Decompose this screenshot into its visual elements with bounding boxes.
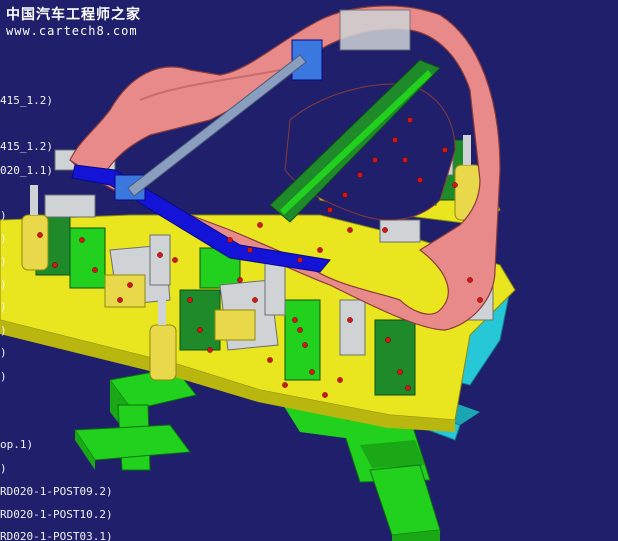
spec-tree-item[interactable]: 415_1.2) — [0, 94, 53, 107]
clamp-pin — [337, 377, 343, 383]
spec-tree-item[interactable]: 020_1.1) — [0, 164, 53, 177]
spec-tree-item[interactable]: ) — [0, 209, 7, 222]
clamp-pin — [467, 277, 473, 283]
clamp-pin — [342, 192, 348, 198]
watermark: 中国汽车工程师之家 www.cartech8.com — [6, 6, 141, 38]
clamp-pin — [172, 257, 178, 263]
clamp-pin — [227, 237, 233, 243]
clamp-pin — [317, 247, 323, 253]
spec-tree-item[interactable]: RD020-1-POST03.1) — [0, 530, 113, 541]
clamp-pin — [382, 227, 388, 233]
fixture-assembly-model[interactable] — [0, 0, 618, 541]
clamp-pin — [302, 342, 308, 348]
clamp-pin — [405, 385, 411, 391]
spec-tree-item[interactable]: RD020-1-POST10.2) — [0, 508, 113, 521]
clamp-pin — [37, 232, 43, 238]
clamp-pin — [187, 297, 193, 303]
clamp-pin — [117, 297, 123, 303]
clamp-pin — [252, 297, 258, 303]
clamp-pin — [477, 297, 483, 303]
spec-tree-item[interactable]: ) — [0, 300, 7, 313]
spec-tree-item[interactable]: 415_1.2) — [0, 140, 53, 153]
clamp-pin — [417, 177, 423, 183]
clamp-pin — [452, 182, 458, 188]
clamp-pin — [207, 347, 213, 353]
clamp-pin — [257, 222, 263, 228]
spec-tree-item[interactable]: ) — [0, 462, 7, 475]
clamp-pin — [297, 327, 303, 333]
clamp-pin — [372, 157, 378, 163]
clamp-pin — [127, 282, 133, 288]
clamp-pin — [397, 369, 403, 375]
clamp-pin — [292, 317, 298, 323]
clamp-pin — [309, 369, 315, 375]
clamp-pin — [327, 207, 333, 213]
spec-tree-item[interactable]: ) — [0, 370, 7, 383]
clamp-pin — [442, 147, 448, 153]
clamp-pin — [407, 117, 413, 123]
clamp-pin — [52, 262, 58, 268]
clamp-pin — [197, 327, 203, 333]
clamp-pin — [297, 257, 303, 263]
spec-tree-item[interactable]: ) — [0, 232, 7, 245]
spec-tree-item[interactable]: op.1) — [0, 438, 33, 451]
clamp-pin — [402, 157, 408, 163]
spec-tree-item[interactable]: ) — [0, 324, 7, 337]
spec-tree-item[interactable]: ) — [0, 278, 7, 291]
spec-tree-item[interactable]: ) — [0, 255, 7, 268]
spec-tree-item[interactable]: RD020-1-POST09.2) — [0, 485, 113, 498]
clamp-pin — [322, 392, 328, 398]
clamp-pin — [157, 252, 163, 258]
clamp-pin — [347, 227, 353, 233]
clamp-pin — [347, 317, 353, 323]
spec-tree-item[interactable]: ) — [0, 346, 7, 359]
3d-viewport[interactable]: 中国汽车工程师之家 www.cartech8.com 415_1.2) 415_… — [0, 0, 618, 541]
clamp-pin — [282, 382, 288, 388]
clamp-pin — [385, 337, 391, 343]
clamp-pin — [267, 357, 273, 363]
clamp-pin — [79, 237, 85, 243]
clamp-pin — [247, 247, 253, 253]
clamp-pin — [92, 267, 98, 273]
watermark-url: www.cartech8.com — [6, 24, 138, 38]
watermark-title: 中国汽车工程师之家 — [6, 7, 141, 23]
clamp-pin — [237, 277, 243, 283]
clamp-pin — [392, 137, 398, 143]
clamp-pin — [357, 172, 363, 178]
